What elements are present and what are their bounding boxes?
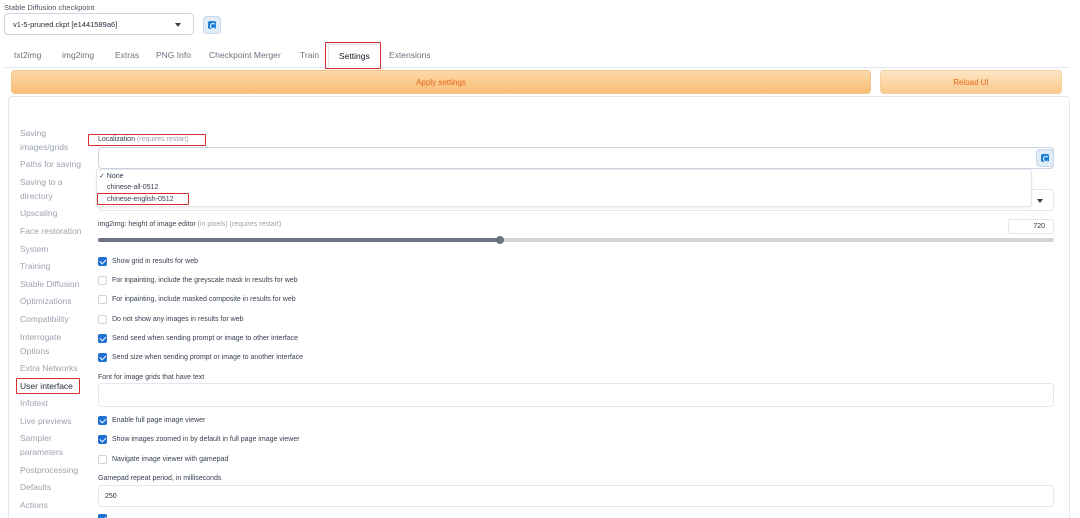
sidebar-item-interrogate-line2[interactable]: Options xyxy=(20,345,49,358)
tab-train[interactable]: Train xyxy=(300,50,319,60)
tab-divider xyxy=(4,67,1070,68)
sidebar-item-saving-to-dir-line1[interactable]: Saving to a xyxy=(20,176,63,189)
slider-fill xyxy=(98,238,500,242)
gamepad-period-label: Gamepad repeat period, in milliseconds xyxy=(98,475,222,482)
slider-thumb[interactable] xyxy=(495,236,504,244)
sidebar-item-stable-diffusion[interactable]: Stable Diffusion xyxy=(20,278,79,291)
tab-png-info[interactable]: PNG Info xyxy=(156,50,191,60)
localization-option-none[interactable]: ✓ None xyxy=(99,172,124,180)
sidebar-item-compatibility[interactable]: Compatibility xyxy=(20,313,69,326)
tab-extensions[interactable]: Extensions xyxy=(389,50,431,60)
checkbox-label-no-images: Do not show any images in results for we… xyxy=(112,316,244,323)
img2img-height-input[interactable]: 720 xyxy=(1008,219,1054,234)
checkbox-label-inpainting-greyscale: For inpainting, include the greyscale ma… xyxy=(112,277,298,284)
localization-dropdown-menu: ✓ None chinese-all-0512 chinese-english-… xyxy=(96,169,1032,207)
refresh-localization-button[interactable] xyxy=(1036,149,1054,167)
sidebar-item-sampler-line2[interactable]: parameters xyxy=(20,446,63,459)
tab-extras[interactable]: Extras xyxy=(115,50,139,60)
reload-ui-button[interactable]: Reload UI xyxy=(880,70,1062,94)
checkbox-label-send-seed: Send seed when sending prompt or image t… xyxy=(112,335,299,342)
img2img-height-slider[interactable] xyxy=(98,238,1054,242)
chevron-down-icon xyxy=(175,23,181,27)
checkbox-zoomed-default[interactable] xyxy=(98,435,107,444)
highlight-box-localization xyxy=(88,134,206,146)
highlight-box-settings-tab xyxy=(325,42,381,69)
sidebar-item-system[interactable]: System xyxy=(20,243,48,256)
sidebar-item-actions[interactable]: Actions xyxy=(20,499,48,512)
refresh-icon xyxy=(208,21,216,29)
checkbox-label-send-size: Send size when sending prompt or image t… xyxy=(112,354,304,361)
checkbox-label-inpainting-composite: For inpainting, include masked composite… xyxy=(112,296,296,303)
checkbox-send-size[interactable] xyxy=(98,353,107,362)
sidebar-item-live-previews[interactable]: Live previews xyxy=(20,415,72,428)
sidebar-item-infotext[interactable]: Infotext xyxy=(20,397,48,410)
checkpoint-value: v1-5-pruned.ckpt [e1441589a6] xyxy=(13,20,118,29)
highlight-box-user-interface xyxy=(16,378,80,394)
checkbox-no-images[interactable] xyxy=(98,315,107,324)
tab-img2img[interactable]: img2img xyxy=(62,50,94,60)
checkbox-label-show-grid: Show grid in results for web xyxy=(112,258,198,265)
highlight-box-chinese-english xyxy=(97,193,189,205)
checkpoint-label: Stable Diffusion checkpoint xyxy=(4,3,95,12)
tab-checkpoint-merger[interactable]: Checkpoint Merger xyxy=(209,50,281,60)
checkbox-show-grid[interactable] xyxy=(98,257,107,266)
checkbox-label-zoomed-default: Show images zoomed in by default in full… xyxy=(112,436,300,443)
checkbox-label-gamepad: Navigate image viewer with gamepad xyxy=(112,456,229,463)
sidebar-item-saving-line2[interactable]: images/grids xyxy=(20,141,68,154)
sidebar-item-interrogate-line1[interactable]: Interrogate xyxy=(20,331,61,344)
sidebar-item-optimizations[interactable]: Optimizations xyxy=(20,295,72,308)
img2img-height-label: img2img: height of image editor (in pixe… xyxy=(98,221,281,228)
localization-option-chinese-all[interactable]: chinese-all-0512 xyxy=(107,184,158,191)
gamepad-period-input[interactable]: 250 xyxy=(98,485,1054,507)
apply-settings-button[interactable]: Apply settings xyxy=(11,70,871,94)
sidebar-item-training[interactable]: Training xyxy=(20,260,50,273)
chevron-down-icon xyxy=(1037,199,1043,203)
checkbox-inpainting-composite[interactable] xyxy=(98,295,107,304)
img2img-height-label-text: img2img: height of image editor xyxy=(98,221,196,228)
refresh-icon xyxy=(1041,154,1049,162)
sidebar-item-upscaling[interactable]: Upscaling xyxy=(20,207,57,220)
sidebar-item-paths-for-saving[interactable]: Paths for saving xyxy=(20,158,81,171)
sidebar-item-postprocessing[interactable]: Postprocessing xyxy=(20,464,78,477)
tab-txt2img[interactable]: txt2img xyxy=(14,50,41,60)
checkbox-next-partial[interactable] xyxy=(98,514,107,518)
checkbox-send-seed[interactable] xyxy=(98,334,107,343)
sidebar-item-sampler-line1[interactable]: Sampler xyxy=(20,432,52,445)
localization-select[interactable] xyxy=(98,147,1054,169)
sidebar-item-extra-networks[interactable]: Extra Networks xyxy=(20,362,78,375)
font-grids-input[interactable] xyxy=(98,383,1054,407)
checkbox-label-full-page-viewer: Enable full page image viewer xyxy=(112,417,206,424)
checkpoint-select[interactable]: v1-5-pruned.ckpt [e1441589a6] xyxy=(4,13,194,35)
checkbox-gamepad[interactable] xyxy=(98,455,107,464)
sidebar-item-saving-line1[interactable]: Saving xyxy=(20,127,46,140)
sidebar-item-defaults[interactable]: Defaults xyxy=(20,481,51,494)
sidebar-item-saving-to-dir-line2[interactable]: directory xyxy=(20,190,53,203)
checkbox-inpainting-greyscale[interactable] xyxy=(98,276,107,285)
font-grids-label: Font for image grids that have text xyxy=(98,374,205,381)
refresh-checkpoint-button[interactable] xyxy=(203,16,221,34)
checkbox-full-page-viewer[interactable] xyxy=(98,416,107,425)
sidebar-item-face-restoration[interactable]: Face restoration xyxy=(20,225,81,238)
img2img-height-note: (in pixels) (requires restart) xyxy=(197,221,282,228)
